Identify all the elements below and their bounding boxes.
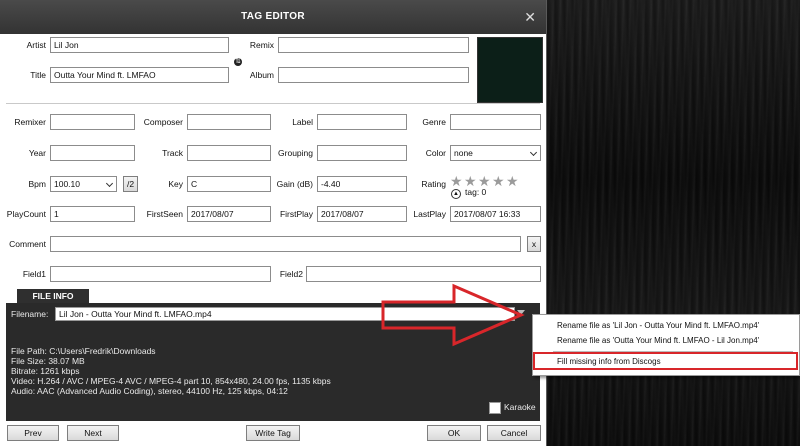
swap-icon[interactable]: ⇅ — [234, 58, 242, 66]
ok-button[interactable]: OK — [427, 425, 481, 441]
gain-input[interactable]: -4.40 — [317, 176, 407, 192]
field1-label: Field1 — [22, 269, 46, 279]
color-select[interactable]: none — [450, 145, 541, 161]
color-label: Color — [425, 148, 446, 158]
title-label: Title — [30, 70, 46, 80]
title-bar[interactable]: TAG EDITOR ✕ — [0, 0, 546, 34]
field2-input[interactable] — [306, 266, 541, 282]
firstplay-input[interactable]: 2017/08/07 — [317, 206, 407, 222]
rating-label: Rating — [421, 179, 446, 189]
album-label: Album — [249, 70, 274, 80]
prev-button[interactable]: Prev — [7, 425, 59, 441]
track-label: Track — [162, 148, 183, 158]
tab-file-info[interactable]: FILE INFO — [17, 289, 89, 303]
tag-editor-window: TAG EDITOR ✕ Artist Lil Jon Title Outta … — [0, 0, 547, 446]
remix-label: Remix — [249, 40, 274, 50]
grouping-input[interactable] — [317, 145, 407, 161]
field1-input[interactable] — [50, 266, 271, 282]
lastplay-label: LastPlay — [413, 209, 446, 219]
year-label: Year — [28, 148, 46, 158]
label-label: Label — [292, 117, 313, 127]
write-tag-button[interactable]: Write Tag — [246, 425, 300, 441]
karaoke-label: Karaoke — [504, 402, 536, 412]
genre-label: Genre — [422, 117, 446, 127]
firstplay-label: FirstPlay — [279, 209, 313, 219]
filename-label: Filename: — [11, 309, 49, 319]
lastplay-input[interactable]: 2017/08/07 16:33 — [450, 206, 541, 222]
firstseen-label: FirstSeen — [146, 209, 183, 219]
firstseen-input[interactable]: 2017/08/07 — [187, 206, 271, 222]
karaoke-checkbox[interactable] — [489, 402, 501, 414]
key-label: Key — [168, 179, 183, 189]
bpm-select[interactable]: 100.10 — [50, 176, 117, 192]
grouping-label: Grouping — [278, 148, 313, 158]
menu-item-rename-artist-title[interactable]: Rename file as 'Lil Jon - Outta Your Min… — [557, 320, 759, 332]
genre-input[interactable] — [450, 114, 541, 130]
comment-clear-button[interactable]: x — [527, 236, 541, 252]
cancel-button[interactable]: Cancel — [487, 425, 541, 441]
remix-input[interactable] — [278, 37, 469, 53]
section-divider — [6, 103, 540, 104]
key-input[interactable]: C — [187, 176, 271, 192]
gain-label: Gain (dB) — [276, 179, 313, 189]
label-input[interactable] — [317, 114, 407, 130]
tag-count[interactable]: ▲ tag: 0 — [451, 186, 486, 199]
bpm-label: Bpm — [28, 179, 46, 189]
year-input[interactable] — [50, 145, 135, 161]
comment-input[interactable] — [50, 236, 521, 252]
composer-label: Composer — [143, 117, 183, 127]
menu-item-rename-title-artist[interactable]: Rename file as 'Outta Your Mind ft. LMFA… — [557, 335, 759, 347]
bpm-half-button[interactable]: /2 — [123, 176, 138, 192]
rating-star-5-icon[interactable]: ★ — [506, 174, 519, 188]
up-arrow-icon: ▲ — [451, 189, 461, 199]
audio-info-text: Audio: AAC (Advanced Audio Coding), ster… — [11, 386, 288, 396]
album-input[interactable] — [278, 67, 469, 83]
tag-count-text: tag: 0 — [465, 187, 487, 197]
title-input[interactable]: Outta Your Mind ft. LMFAO — [50, 67, 229, 83]
remixer-input[interactable] — [50, 114, 135, 130]
artist-label: Artist — [26, 40, 46, 50]
remixer-label: Remixer — [14, 117, 46, 127]
field2-label: Field2 — [279, 269, 303, 279]
annotation-highlight-box — [533, 352, 798, 370]
close-icon[interactable]: ✕ — [524, 0, 536, 34]
comment-label: Comment — [9, 239, 46, 249]
playcount-input[interactable]: 1 — [50, 206, 135, 222]
annotation-arrow — [381, 283, 525, 347]
track-input[interactable] — [187, 145, 271, 161]
rating-star-4-icon[interactable]: ★ — [492, 174, 505, 188]
album-art-thumbnail[interactable] — [477, 37, 543, 103]
playcount-label: PlayCount — [6, 209, 46, 219]
composer-input[interactable] — [187, 114, 271, 130]
next-button[interactable]: Next — [67, 425, 119, 441]
window-title: TAG EDITOR — [241, 11, 305, 22]
artist-input[interactable]: Lil Jon — [50, 37, 229, 53]
